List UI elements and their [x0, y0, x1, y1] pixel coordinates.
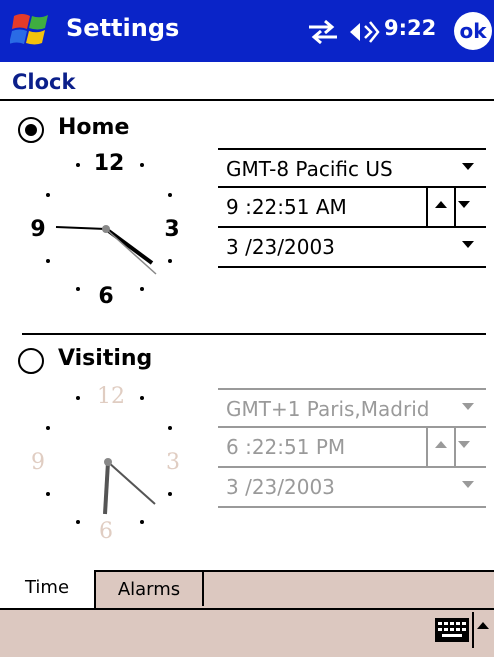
visiting-time-value: 6 :22:51 PM	[226, 435, 346, 459]
home-radio[interactable]	[18, 117, 44, 143]
tab-bar-top-border	[204, 570, 494, 572]
dropdown-arrow-icon	[462, 481, 474, 488]
ok-button[interactable]: ok	[454, 12, 492, 50]
visiting-clock-3: 3	[166, 450, 180, 475]
dropdown-arrow-icon	[462, 163, 474, 170]
home-clock-12: 12	[94, 151, 125, 176]
visiting-timezone-dropdown[interactable]: GMT+1 Paris,Madrid	[218, 388, 486, 428]
visiting-timezone-value: GMT+1 Paris,Madrid	[226, 397, 430, 421]
header-divider	[0, 99, 494, 101]
visiting-time-input[interactable]: 6 :22:51 PM	[218, 428, 486, 468]
spin-down-icon[interactable]	[458, 441, 470, 448]
visiting-time-spinner[interactable]	[426, 428, 486, 466]
dropdown-arrow-icon	[462, 403, 474, 410]
home-time-input[interactable]: 9 :22:51 AM	[218, 188, 486, 228]
visiting-clock-12: 12	[97, 384, 125, 409]
visiting-date-value: 3 /23/2003	[226, 475, 335, 499]
command-bar	[0, 608, 494, 657]
home-date-dropdown[interactable]: 3 /23/2003	[218, 228, 486, 268]
page-title: Clock	[12, 70, 76, 94]
input-panel-arrow-icon[interactable]	[472, 612, 494, 648]
tab-alarms[interactable]: Alarms	[96, 570, 204, 606]
home-timezone-value: GMT-8 Pacific US	[226, 157, 393, 181]
home-clock-9: 9	[30, 217, 45, 242]
home-clock-3: 3	[164, 217, 179, 242]
home-clock-6: 6	[98, 284, 113, 309]
status-time[interactable]: 9:22	[384, 16, 436, 40]
home-timezone-dropdown[interactable]: GMT-8 Pacific US	[218, 148, 486, 188]
spin-up-icon[interactable]	[428, 188, 456, 226]
spin-down-icon[interactable]	[458, 201, 470, 208]
spin-up-icon[interactable]	[428, 428, 456, 466]
visiting-label[interactable]: Visiting	[58, 346, 152, 371]
dropdown-arrow-icon	[462, 241, 474, 248]
visiting-radio[interactable]	[18, 348, 44, 374]
radio-selected-dot	[25, 124, 37, 136]
connectivity-icon[interactable]	[305, 18, 341, 46]
visiting-clock-9: 9	[31, 450, 45, 475]
home-time-value: 9 :22:51 AM	[226, 195, 347, 219]
visiting-clock-6: 6	[99, 519, 113, 544]
home-analog-clock: 12 3 6 9	[30, 151, 179, 309]
visiting-analog-clock: 12 3 6 9	[31, 384, 180, 544]
windows-start-icon[interactable]	[10, 10, 54, 52]
home-date-value: 3 /23/2003	[226, 235, 335, 259]
visiting-date-dropdown[interactable]: 3 /23/2003	[218, 468, 486, 508]
tab-time[interactable]: Time	[0, 570, 96, 608]
speaker-icon[interactable]	[346, 17, 380, 47]
home-label[interactable]: Home	[58, 115, 129, 140]
keyboard-icon[interactable]	[434, 617, 470, 643]
app-title: Settings	[66, 14, 180, 42]
section-divider	[22, 333, 486, 335]
home-time-spinner[interactable]	[426, 188, 486, 226]
